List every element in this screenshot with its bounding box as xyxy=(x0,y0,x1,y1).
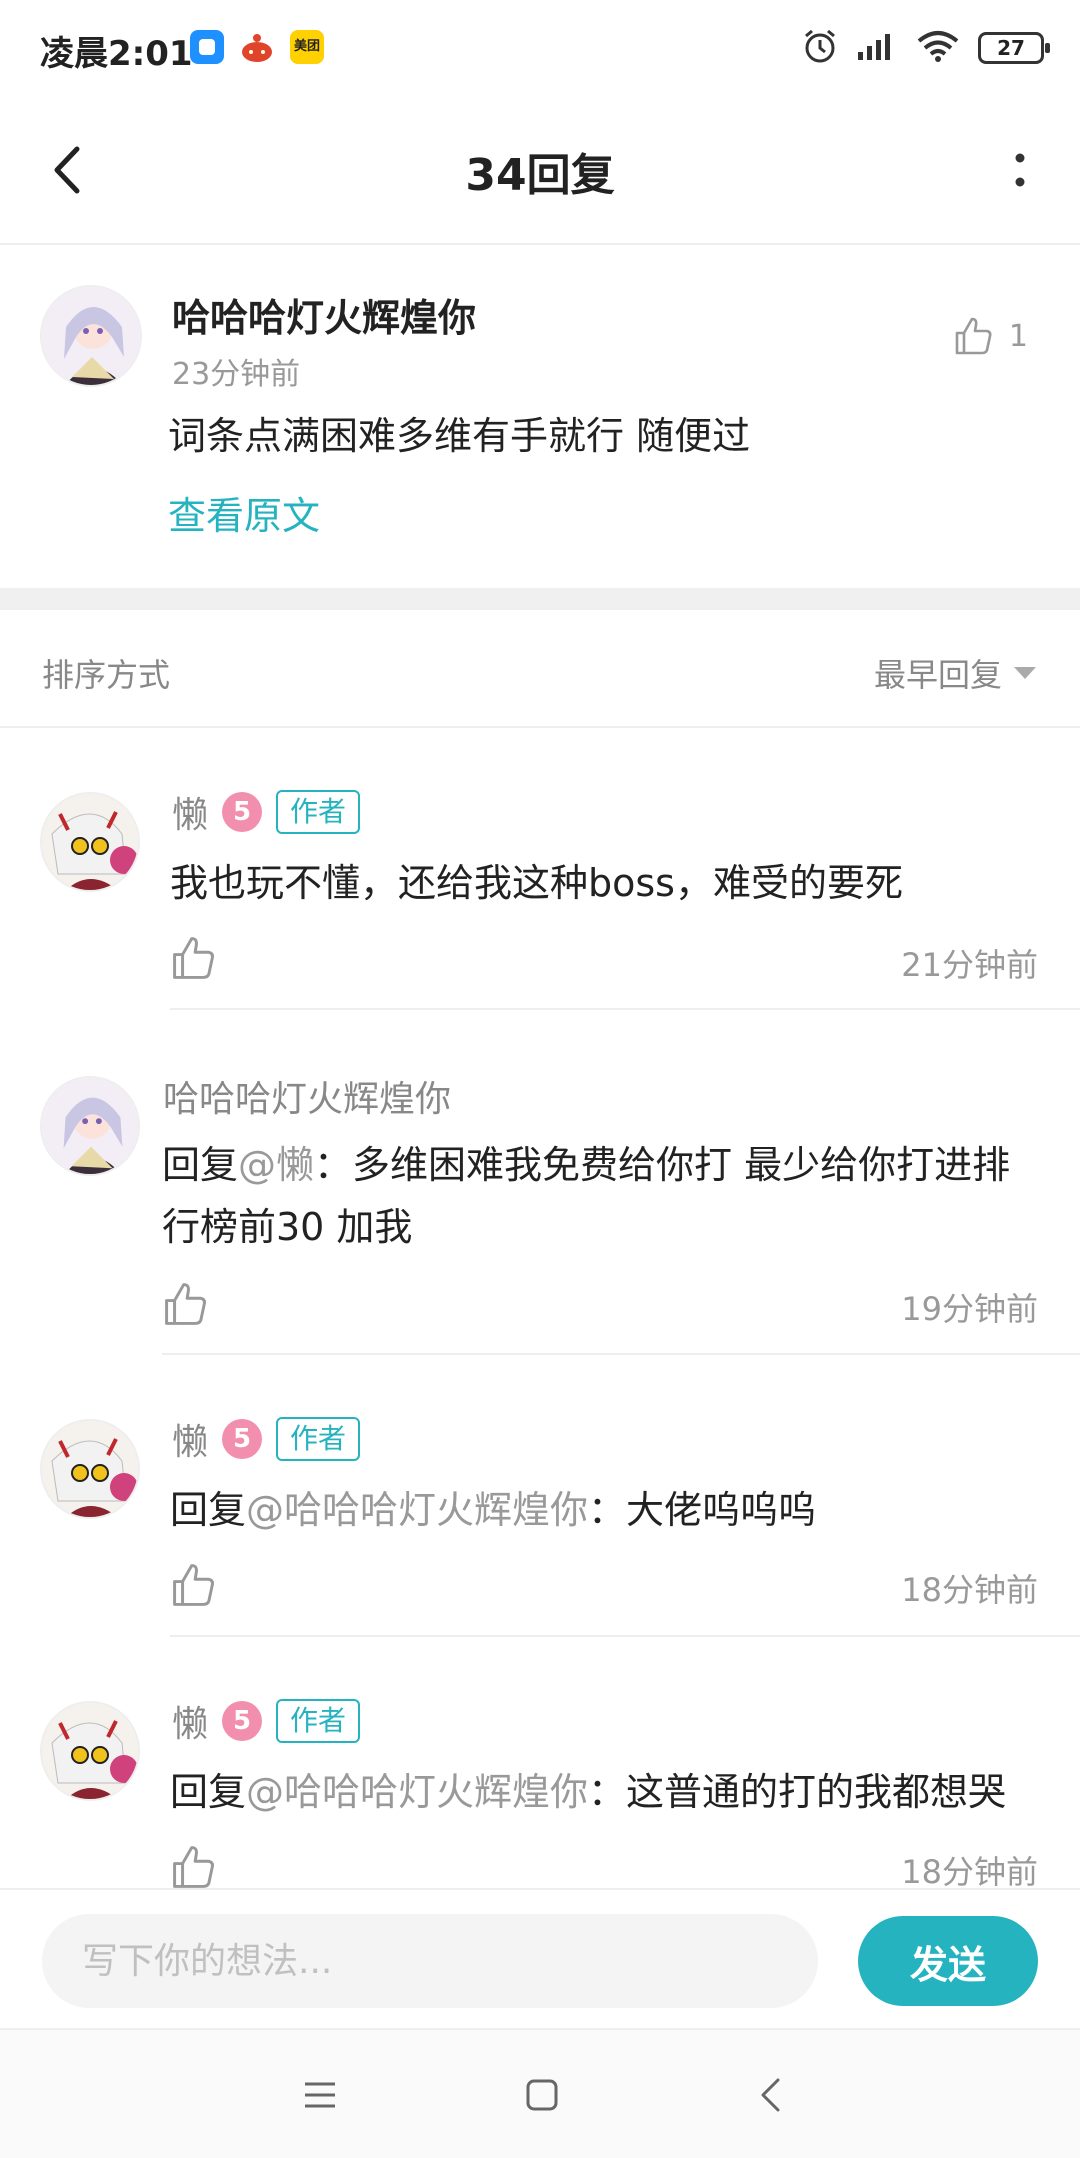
reply-time: 18分钟前 xyxy=(901,1853,1038,1888)
view-original-link[interactable]: 查看原文 xyxy=(168,485,320,540)
comment-text: 词条点满困难多维有手就行 随便过 xyxy=(168,414,751,458)
more-vertical-icon xyxy=(1015,153,1025,187)
commenter-name[interactable]: 哈哈哈灯火辉煌你 xyxy=(172,287,476,342)
thumb-up-icon[interactable] xyxy=(162,1280,210,1328)
author-tag: 作者 xyxy=(276,790,361,834)
system-nav-bar xyxy=(0,2028,1080,2158)
reply-item: 哈哈哈灯火辉煌你 回复@懒：多维困难我免费给你打 最少给你打进排行榜前30 加我… xyxy=(0,1010,1080,1355)
reply-input[interactable] xyxy=(42,1914,818,2008)
reply-author-name: 哈哈哈灯火辉煌你 xyxy=(163,1079,452,1120)
sort-label: 排序方式 xyxy=(42,656,171,694)
reply-author[interactable]: 懒 5 作者 xyxy=(172,1695,361,1747)
menu-icon xyxy=(305,2082,335,2108)
nav-menu-button[interactable] xyxy=(290,2065,350,2125)
page-title: 34回复 xyxy=(465,150,615,201)
reply-text-body: 我也玩不懂，还给我这种boss，难受的要死 xyxy=(170,861,903,905)
reply-author-name: 懒 xyxy=(172,1422,209,1463)
battery-indicator: 27 xyxy=(978,32,1050,64)
reply-author[interactable]: 懒 5 作者 xyxy=(172,786,361,838)
sort-dropdown[interactable]: 最早回复 xyxy=(874,650,1036,696)
avatar[interactable] xyxy=(40,1076,140,1176)
original-comment: 哈哈哈灯火辉煌你 23分钟前 1 词条点满困难多维有手就行 随便过 查看原文 xyxy=(0,245,1080,585)
alarm-icon xyxy=(802,28,838,68)
app-notification-icon xyxy=(190,30,224,64)
reply-text: 回复@哈哈哈灯火辉煌你：这普通的打的我都想哭 xyxy=(170,1761,1034,1823)
sort-selected-value: 最早回复 xyxy=(873,656,1002,694)
reply-author[interactable]: 哈哈哈灯火辉煌你 xyxy=(163,1070,451,1122)
meituan-app-icon: 美团 xyxy=(290,30,324,64)
reply-item: 懒 5 作者 回复@哈哈哈灯火辉煌你：这普通的打的我都想哭 18分钟前 xyxy=(0,1637,1080,1888)
avatar[interactable] xyxy=(40,285,142,387)
reply-text-body: ：大佬呜呜呜 xyxy=(588,1488,817,1532)
reply-text: 回复@哈哈哈灯火辉煌你：大佬呜呜呜 xyxy=(170,1479,1034,1541)
reply-text: 我也玩不懂，还给我这种boss，难受的要死 xyxy=(170,852,1034,914)
reply-author[interactable]: 懒 5 作者 xyxy=(172,1413,361,1465)
thumb-up-icon[interactable] xyxy=(170,934,218,982)
reply-time: 21分钟前 xyxy=(901,946,1038,984)
author-tag: 作者 xyxy=(276,1699,361,1743)
reply-text: 回复@懒：多维困难我免费给你打 最少给你打进排行榜前30 加我 xyxy=(162,1134,1034,1258)
nav-home-button[interactable] xyxy=(512,2065,572,2125)
avatar[interactable] xyxy=(40,1419,140,1519)
thumb-up-icon[interactable] xyxy=(170,1843,218,1888)
status-indicators: 27 xyxy=(802,28,1050,68)
like-button[interactable]: 1 xyxy=(953,315,1028,357)
reply-prefix: 回复 xyxy=(170,1488,247,1532)
reply-text-body: ：这普通的打的我都想哭 xyxy=(588,1770,1007,1814)
reply-input-bar: 发送 xyxy=(0,1888,1080,2028)
reply-prefix: 回复 xyxy=(162,1143,239,1187)
reply-time: 18分钟前 xyxy=(901,1571,1038,1609)
reply-time: 19分钟前 xyxy=(901,1290,1038,1328)
status-bar: 凌晨2:01 美团 27 xyxy=(0,0,1080,95)
caret-down-icon xyxy=(1014,667,1036,679)
avatar[interactable] xyxy=(40,1701,140,1801)
section-divider xyxy=(0,588,1080,610)
mention-link[interactable]: @哈哈哈灯火辉煌你 xyxy=(246,1770,588,1814)
reply-item: 懒 5 作者 回复@哈哈哈灯火辉煌你：大佬呜呜呜 18分钟前 xyxy=(0,1355,1080,1637)
status-time: 凌晨2:01 xyxy=(40,34,193,74)
mention-link[interactable]: @哈哈哈灯火辉煌你 xyxy=(246,1488,588,1532)
like-count: 1 xyxy=(1008,318,1028,354)
level-badge: 5 xyxy=(222,792,263,832)
author-tag: 作者 xyxy=(276,1417,361,1461)
more-options-button[interactable] xyxy=(990,135,1050,205)
wifi-icon xyxy=(916,29,960,67)
level-badge: 5 xyxy=(222,1701,263,1741)
send-button[interactable]: 发送 xyxy=(858,1916,1038,2006)
thumb-up-icon[interactable] xyxy=(170,1561,218,1609)
reply-author-name: 懒 xyxy=(172,795,209,836)
back-triangle-icon xyxy=(761,2078,780,2112)
sort-row: 排序方式 最早回复 xyxy=(0,610,1080,728)
reply-prefix: 回复 xyxy=(170,1770,247,1814)
app-notification-icon-2 xyxy=(240,30,274,64)
reply-author-name: 懒 xyxy=(172,1704,209,1745)
thumb-up-icon xyxy=(955,317,992,355)
top-app-bar: 34回复 xyxy=(0,95,1080,245)
avatar[interactable] xyxy=(40,792,140,892)
home-square-icon xyxy=(526,2079,558,2111)
mention-link[interactable]: @懒 xyxy=(238,1143,314,1187)
level-badge: 5 xyxy=(222,1419,263,1459)
comment-time: 23分钟前 xyxy=(172,357,301,392)
reply-item: 懒 5 作者 我也玩不懂，还给我这种boss，难受的要死 21分钟前 xyxy=(0,728,1080,1010)
nav-back-button[interactable] xyxy=(740,2065,800,2125)
signal-icon xyxy=(856,30,898,66)
